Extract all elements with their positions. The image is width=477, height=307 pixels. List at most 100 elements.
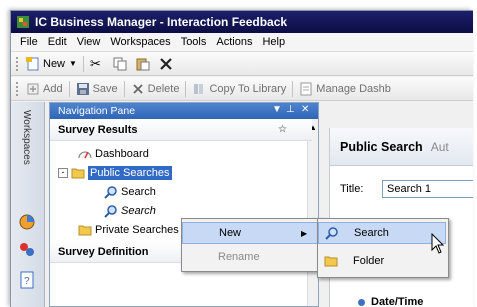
toolbar-grip[interactable] <box>15 80 19 97</box>
add-button[interactable]: Add <box>23 79 66 99</box>
copy-to-library-button[interactable]: Copy To Library <box>189 79 289 99</box>
survey-definition-title: Survey Definition <box>58 245 149 258</box>
tree-item-search-2[interactable]: Search <box>104 202 156 220</box>
blue-dot-icon <box>358 298 365 306</box>
dashboard-gauge-icon <box>78 147 92 161</box>
toolbar-separator <box>123 80 125 97</box>
menu-actions[interactable]: Actions <box>211 36 257 48</box>
toolbar-separator <box>292 80 294 97</box>
workspaces-tab[interactable]: Workspaces <box>21 110 32 165</box>
menu-view[interactable]: View <box>72 36 106 48</box>
tree-item-label: Search <box>121 186 156 198</box>
context-menu: New ▶ Rename <box>181 218 323 272</box>
standard-toolbar: New ▼ ✂ <box>11 52 473 76</box>
svg-text:?: ? <box>24 276 30 287</box>
survey-results-header[interactable]: Survey Results ☆ <box>50 119 312 141</box>
new-button[interactable]: New ▼ <box>23 54 80 74</box>
collapse-icon[interactable]: ☆ <box>278 124 287 135</box>
workspace-button-2[interactable] <box>17 240 37 260</box>
mouse-cursor-icon <box>431 233 445 254</box>
submenu-search-label: Search <box>354 227 389 239</box>
submenu-folder[interactable]: Folder <box>318 250 446 272</box>
save-icon <box>76 82 90 96</box>
public-search-tab-title: Public Search <box>340 139 423 154</box>
menu-tools[interactable]: Tools <box>176 36 212 48</box>
magnifier-icon <box>325 226 339 240</box>
manage-dashboards-button[interactable]: Manage Dashb <box>296 79 394 99</box>
paste-icon <box>136 57 150 71</box>
workspaces-strip: Workspaces ? <box>11 102 45 307</box>
folder-icon <box>71 166 85 180</box>
cut-button[interactable]: ✂ <box>87 54 110 74</box>
new-button-label: New <box>43 57 66 70</box>
folder-icon <box>78 223 92 237</box>
submenu-arrow-icon: ▶ <box>301 228 308 238</box>
folder-icon <box>324 254 338 268</box>
submenu-search[interactable]: Search <box>318 222 446 244</box>
manage-dashboards-label: Manage Dashb <box>316 82 391 95</box>
context-menu-rename-label: Rename <box>218 251 260 263</box>
menu-edit[interactable]: Edit <box>43 36 72 48</box>
title-input[interactable] <box>382 180 473 198</box>
tree-item-label: Private Searches <box>95 224 179 236</box>
submenu-folder-label: Folder <box>353 255 385 267</box>
tree-item-public-searches[interactable]: - Public Searches <box>58 164 172 182</box>
scissors-icon: ✂ <box>89 55 101 71</box>
public-search-tab[interactable]: Public Search Aut <box>330 128 473 166</box>
delete-icon <box>131 82 145 96</box>
delete-button[interactable]: Delete <box>128 79 183 99</box>
toolbar-separator <box>82 55 84 72</box>
copy-icon <box>113 57 127 71</box>
save-button[interactable]: Save <box>73 79 121 99</box>
tab-extra-label[interactable]: Aut <box>431 140 449 154</box>
tree-item-label: Dashboard <box>95 148 149 160</box>
close-icon <box>159 57 173 71</box>
pane-close-icon[interactable]: ✕ <box>301 104 309 115</box>
library-icon <box>192 82 206 96</box>
app-icon <box>15 14 31 30</box>
date-time-row[interactable]: Date/Time <box>358 296 423 307</box>
people-icon <box>20 243 34 256</box>
menu-file[interactable]: File <box>15 36 43 48</box>
title-bar: IC Business Manager - Interaction Feedba… <box>11 11 473 33</box>
app-window: IC Business Manager - Interaction Feedba… <box>10 10 473 307</box>
document-icon: ? <box>20 271 34 289</box>
magnifier-icon <box>104 185 118 199</box>
title-label: Title: <box>340 183 364 195</box>
context-menu-rename[interactable]: Rename <box>182 246 322 268</box>
tree-item-search-1[interactable]: Search <box>104 183 156 201</box>
new-document-icon <box>26 56 40 71</box>
window-title: IC Business Manager - Interaction Feedba… <box>35 15 288 29</box>
chart-icon <box>19 214 35 230</box>
actions-toolbar: Add Save Delete Copy To Library Manage D… <box>11 77 473 101</box>
workspace-button-3[interactable]: ? <box>17 270 37 290</box>
save-button-label: Save <box>92 82 118 95</box>
pane-menu-arrow-icon[interactable]: ▼ <box>272 104 282 115</box>
pin-icon[interactable]: ⊥ <box>286 104 295 115</box>
context-menu-new-label: New <box>219 227 242 239</box>
copy-to-library-label: Copy To Library <box>209 82 287 95</box>
copy-button[interactable] <box>110 54 133 74</box>
magnifier-icon <box>104 204 118 218</box>
dashboard-manage-icon <box>299 82 313 96</box>
delete-button-label: Delete <box>147 82 180 95</box>
navigation-pane: Navigation Pane ▼ ⊥ ✕ ▲ Survey Results ☆… <box>49 102 319 307</box>
menu-bar: File Edit View Workspaces Tools Actions … <box>11 33 473 52</box>
collapse-minus-icon[interactable]: - <box>58 168 68 178</box>
toolbar-grip[interactable] <box>15 55 19 72</box>
toolbar-separator <box>185 80 187 97</box>
tree-item-dashboard[interactable]: Dashboard <box>78 145 149 163</box>
tree-item-label: Public Searches <box>88 166 172 180</box>
tree-item-private-searches[interactable]: Private Searches <box>78 221 179 239</box>
new-submenu: Search Folder <box>317 218 449 278</box>
navigation-pane-title: Navigation Pane <box>58 105 136 117</box>
menu-help[interactable]: Help <box>257 36 290 48</box>
workspace-button-1[interactable] <box>17 212 37 232</box>
menu-workspaces[interactable]: Workspaces <box>105 36 175 48</box>
close-x-button[interactable] <box>156 54 179 74</box>
dropdown-arrow-icon[interactable]: ▼ <box>69 59 77 68</box>
paste-button[interactable] <box>133 54 156 74</box>
navigation-pane-header: Navigation Pane ▼ ⊥ ✕ <box>50 103 318 119</box>
add-icon <box>26 82 40 96</box>
context-menu-new[interactable]: New ▶ <box>182 222 322 244</box>
